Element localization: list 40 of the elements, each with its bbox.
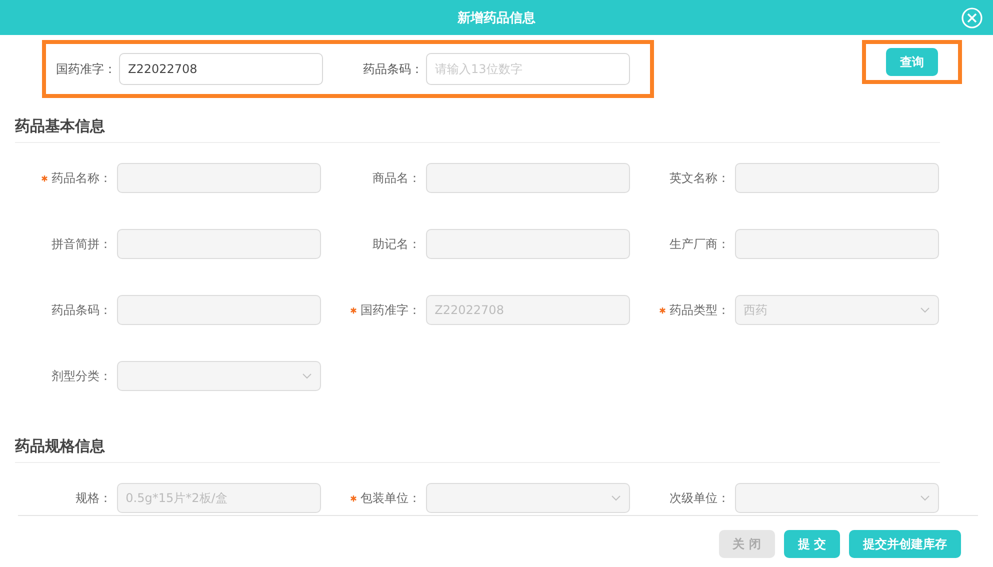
field-label: 生产厂商： (670, 236, 730, 252)
input-field[interactable] (426, 229, 630, 259)
select-field[interactable] (734, 483, 939, 513)
input-field[interactable] (116, 163, 321, 193)
input-field[interactable] (734, 163, 939, 193)
field-label: 英文名称： (670, 170, 730, 186)
select-field[interactable] (116, 361, 321, 391)
section-title: 药品基本信息 (15, 117, 940, 143)
field-label: 次级单位： (670, 490, 730, 506)
dialog-title: 新增药品信息 (458, 10, 536, 26)
field-label: 包装单位： (360, 490, 421, 506)
field-label: 拼音简拼： (52, 236, 112, 252)
footer-button[interactable]: 提 交 (784, 530, 840, 558)
field-label: 药品条码： (52, 302, 112, 318)
select-field[interactable] (426, 483, 630, 513)
field-label: 规格： (76, 490, 112, 506)
input-field[interactable]: Z22022708 (426, 295, 630, 325)
close-icon[interactable] (961, 7, 983, 29)
field-label: 助记名： (372, 236, 421, 252)
chevron-down-icon (920, 307, 930, 313)
input-field[interactable]: 0.5g*15片*2板/盒 (116, 483, 321, 513)
field-label: 药品类型： (670, 302, 730, 318)
field-label: 药品名称： (52, 170, 112, 186)
input-field[interactable] (426, 163, 630, 193)
input-field[interactable] (116, 295, 321, 325)
input-field[interactable] (116, 229, 321, 259)
field-label: 药品条码： (363, 60, 423, 78)
select-field[interactable]: 西药 (734, 295, 939, 325)
field-label: 剂型分类： (52, 368, 112, 384)
query-button[interactable]: 查询 (886, 48, 938, 76)
input-field[interactable] (734, 229, 939, 259)
footer-button[interactable]: 提交并创建库存 (849, 530, 961, 558)
section-title: 药品规格信息 (15, 437, 940, 463)
chevron-down-icon (611, 495, 621, 501)
chevron-down-icon (920, 495, 930, 501)
chevron-down-icon (302, 373, 312, 379)
field-label: 商品名： (372, 170, 421, 186)
field-label: 国药准字： (360, 302, 421, 318)
field-label: 国药准字： (56, 60, 116, 78)
query-input[interactable]: Z22022708 (119, 53, 323, 85)
